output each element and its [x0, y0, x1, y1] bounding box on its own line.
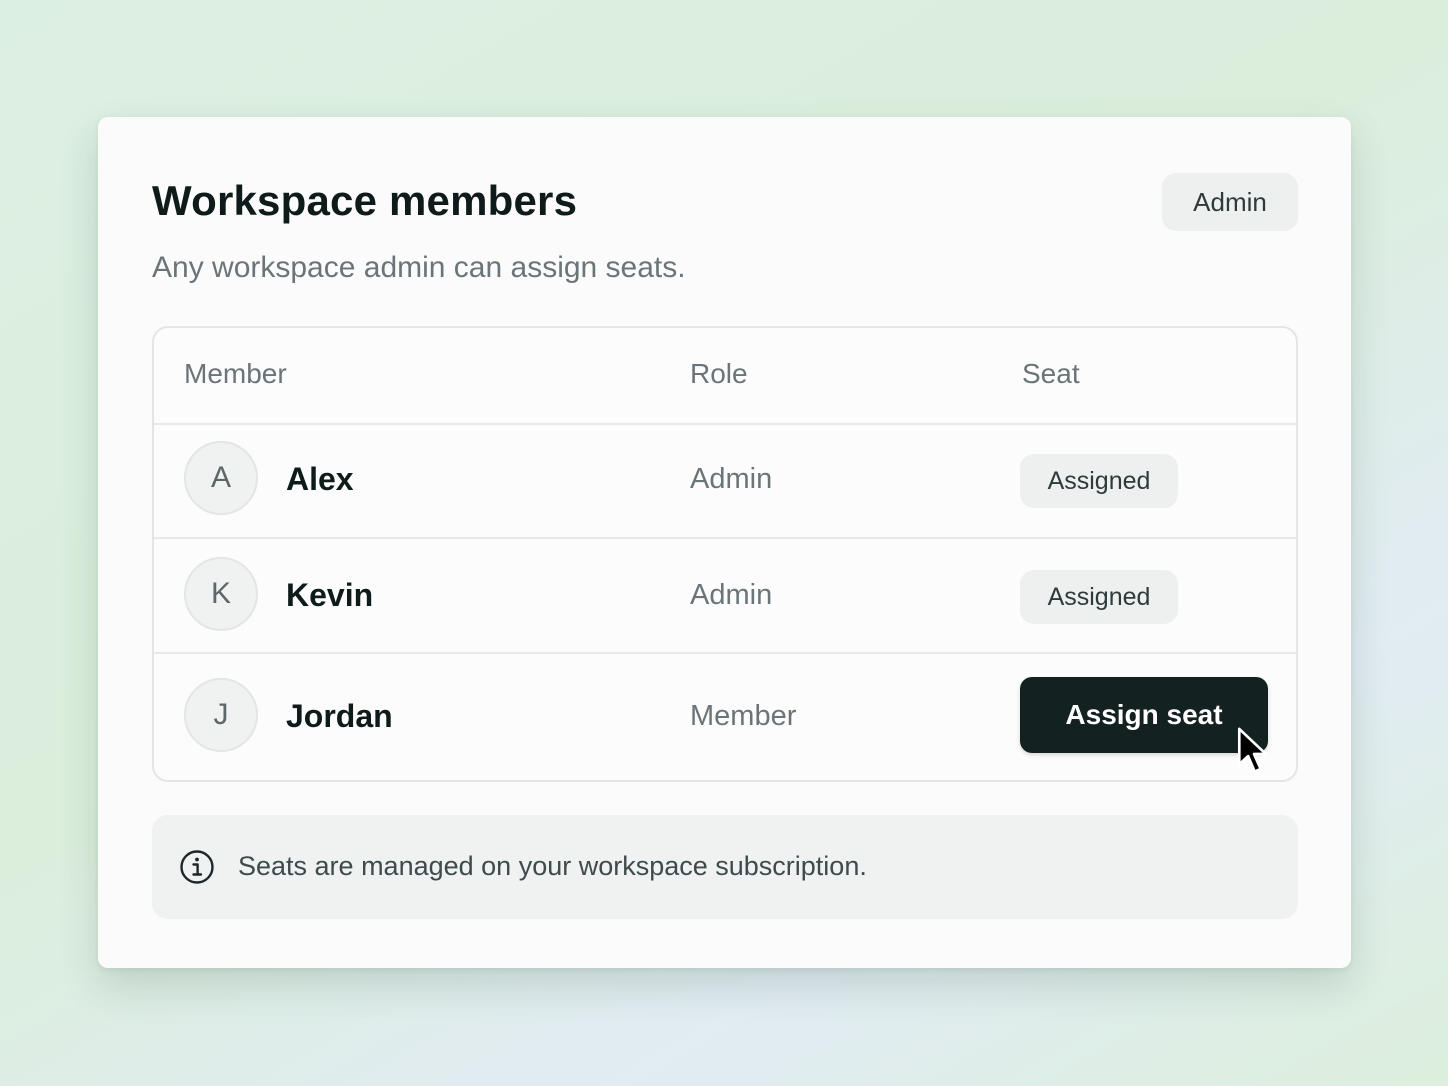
member-role: Admin [690, 579, 773, 611]
note-text: Seats are managed on your workspace subs… [238, 851, 867, 881]
current-role-badge: Admin [1162, 173, 1298, 231]
avatar: J [184, 678, 258, 752]
page-subtitle: Any workspace admin can assign seats. [152, 251, 686, 284]
info-icon [180, 850, 214, 884]
member-role: Admin [690, 463, 773, 495]
seat-status-badge: Assigned [1020, 454, 1178, 508]
workspace-members-card: Workspace members Any workspace admin ca… [98, 117, 1351, 968]
member-role: Member [690, 700, 797, 732]
seat-status-badge: Assigned [1020, 570, 1178, 624]
column-header-member: Member [184, 358, 287, 389]
member-name: Kevin [286, 577, 374, 613]
member-name: Jordan [286, 698, 393, 734]
table-row: A Alex Admin Assigned [154, 423, 1296, 539]
table-header: Member Role Seat [154, 328, 1296, 425]
table-row: J Jordan Member Assign seat [154, 654, 1296, 780]
column-header-role: Role [690, 358, 748, 389]
members-table: Member Role Seat A Alex Admin Assigned K… [152, 326, 1298, 782]
subscription-note: Seats are managed on your workspace subs… [152, 815, 1298, 919]
member-name: Alex [286, 461, 354, 497]
assign-seat-button[interactable]: Assign seat [1020, 677, 1268, 753]
table-row: K Kevin Admin Assigned [154, 539, 1296, 654]
column-header-seat: Seat [1022, 358, 1080, 389]
page-title: Workspace members [152, 177, 578, 224]
avatar: A [184, 441, 258, 515]
avatar: K [184, 557, 258, 631]
